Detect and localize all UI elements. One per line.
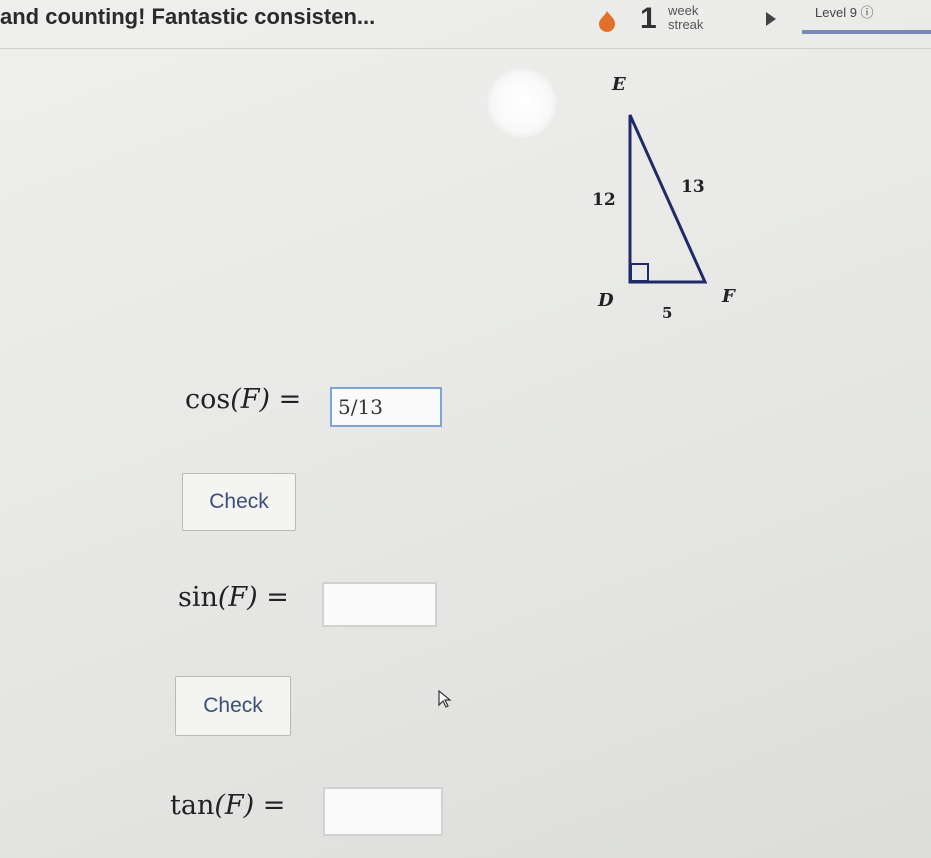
side-ed-label: 12 xyxy=(592,190,616,210)
check-button-cos[interactable]: Check xyxy=(182,473,296,531)
screen-glare xyxy=(487,68,557,138)
sin-arg-label: (F) = xyxy=(217,582,289,613)
side-ef-label: 13 xyxy=(681,177,705,197)
tan-arg-label: (F) = xyxy=(214,790,286,821)
streak-unit-streak: streak xyxy=(668,17,704,32)
cos-question: cos(F) = xyxy=(185,384,301,415)
tan-answer-input[interactable] xyxy=(323,787,443,836)
right-angle-marker xyxy=(630,263,649,282)
mouse-cursor-icon xyxy=(438,690,452,708)
streak-flame-icon xyxy=(599,11,615,32)
check-button-sin[interactable]: Check xyxy=(175,676,291,736)
streak-count: 1 xyxy=(640,2,657,35)
sin-func-label: sin xyxy=(178,582,218,613)
cos-arg-label: (F) = xyxy=(230,384,302,415)
progress-message: and counting! Fantastic consisten... xyxy=(0,4,376,29)
triangle-shape xyxy=(628,114,708,284)
right-triangle-diagram: E D F 12 13 5 xyxy=(592,74,736,322)
vertex-e-label: E xyxy=(611,74,626,95)
sin-answer-input[interactable] xyxy=(322,582,437,627)
tan-question: tan(F) = xyxy=(170,790,285,821)
vertex-f-label: F xyxy=(721,286,736,307)
tan-func-label: tan xyxy=(170,790,215,821)
sin-question: sin(F) = xyxy=(178,582,289,613)
cos-func-label: cos xyxy=(185,384,231,415)
level-label[interactable]: Level 9 ⓘ xyxy=(815,2,874,21)
vertex-d-label: D xyxy=(597,290,614,311)
level-progress-bar xyxy=(802,30,931,34)
play-icon[interactable] xyxy=(766,12,776,26)
top-bar: and counting! Fantastic consisten... 1 w… xyxy=(0,0,931,49)
side-df-label: 5 xyxy=(662,304,672,322)
streak-unit: week streak xyxy=(668,4,703,32)
cos-answer-input[interactable] xyxy=(330,387,442,427)
streak-unit-week: week xyxy=(668,3,699,18)
